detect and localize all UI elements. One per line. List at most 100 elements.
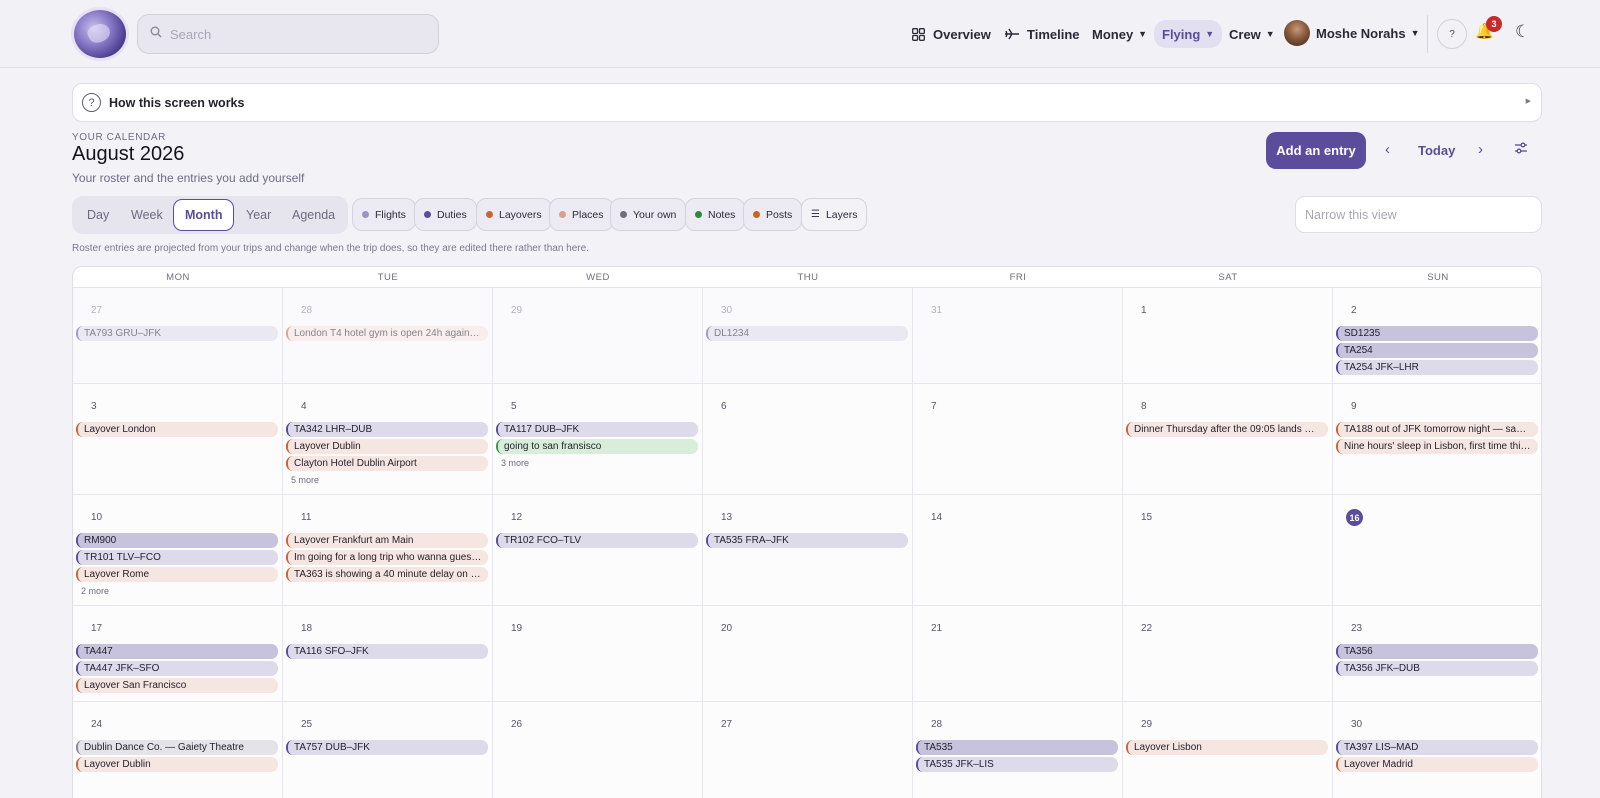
calendar-entry[interactable]: Clayton Hotel Dublin Airport bbox=[286, 456, 488, 471]
day-cell[interactable]: 30 DL1234 bbox=[703, 288, 913, 384]
tab-week[interactable]: Week bbox=[131, 196, 163, 234]
filter-layovers[interactable]: Layovers bbox=[476, 198, 552, 231]
calendar-entry[interactable]: Nine hours' sleep in Lisbon, first time … bbox=[1336, 439, 1538, 454]
calendar-entry[interactable]: TA116 SFO–JFK bbox=[286, 644, 488, 659]
tab-day[interactable]: Day bbox=[87, 196, 109, 234]
day-cell[interactable]: 26 bbox=[493, 702, 703, 798]
calendar-entry[interactable]: TA535 FRA–JFK bbox=[706, 533, 908, 548]
day-cell[interactable]: 28 London T4 hotel gym is open 24h again.… bbox=[283, 288, 493, 384]
filter-duties[interactable]: Duties bbox=[414, 198, 477, 231]
day-cell[interactable]: 13 TA535 FRA–JFK bbox=[703, 495, 913, 606]
day-cell[interactable]: 24 Dublin Dance Co. — Gaiety Theatre Layov… bbox=[73, 702, 283, 798]
layers-button[interactable]: ☰ Layers bbox=[801, 198, 868, 231]
calendar-entry[interactable]: TA254 JFK–LHR bbox=[1336, 360, 1538, 375]
day-cell[interactable]: 23 TA356 TA356 JFK–DUB bbox=[1333, 606, 1541, 702]
day-cell[interactable]: 6 bbox=[703, 384, 913, 495]
narrow-view-box[interactable] bbox=[1295, 196, 1542, 233]
filter-places[interactable]: Places bbox=[549, 198, 614, 231]
help-button[interactable]: ? bbox=[1437, 19, 1467, 49]
search-box[interactable] bbox=[137, 14, 439, 54]
nav-flying[interactable]: Flying ▼ bbox=[1154, 20, 1223, 48]
day-cell[interactable]: 29 Layover Lisbon bbox=[1123, 702, 1333, 798]
day-cell[interactable]: 2 SD1235 TA254 TA254 JFK–LHR bbox=[1333, 288, 1541, 384]
day-cell[interactable]: 15 bbox=[1123, 495, 1333, 606]
calendar-entry[interactable]: Layover Rome bbox=[76, 567, 278, 582]
day-cell[interactable]: 4 TA342 LHR–DUB Layover Dublin Clayton Hote… bbox=[283, 384, 493, 495]
calendar-entry[interactable]: SD1235 bbox=[1336, 326, 1538, 341]
day-cell[interactable]: 1 bbox=[1123, 288, 1333, 384]
calendar-entry[interactable]: TA356 bbox=[1336, 644, 1538, 659]
more-entries-link[interactable]: 5 more bbox=[291, 475, 319, 485]
calendar-entry[interactable]: Layover Madrid bbox=[1336, 757, 1538, 772]
nav-overview[interactable]: Overview bbox=[912, 20, 991, 48]
calendar-entry[interactable]: TA363 is showing a 40 minute delay on th… bbox=[286, 567, 488, 582]
day-cell[interactable]: 10 RM900 TR101 TLV–FCO Layover Rome 2 more bbox=[73, 495, 283, 606]
calendar-entry[interactable]: TA117 DUB–JFK bbox=[496, 422, 698, 437]
day-cell[interactable]: 11 Layover Frankfurt am Main Im going for … bbox=[283, 495, 493, 606]
tab-year[interactable]: Year bbox=[246, 196, 271, 234]
next-month-button[interactable]: › bbox=[1478, 141, 1483, 158]
more-entries-link[interactable]: 3 more bbox=[501, 458, 529, 468]
tab-month[interactable]: Month bbox=[173, 199, 235, 231]
search-input[interactable] bbox=[170, 26, 410, 42]
day-cell[interactable]: 30 TA397 LIS–MAD Layover Madrid bbox=[1333, 702, 1541, 798]
day-cell[interactable]: 3 Layover London bbox=[73, 384, 283, 495]
day-cell[interactable]: 21 bbox=[913, 606, 1123, 702]
calendar-entry[interactable]: TR101 TLV–FCO bbox=[76, 550, 278, 565]
filter-notes[interactable]: Notes bbox=[685, 198, 746, 231]
calendar-entry[interactable]: RM900 bbox=[76, 533, 278, 548]
calendar-entry[interactable]: Layover London bbox=[76, 422, 278, 437]
day-cell[interactable]: 27 bbox=[703, 702, 913, 798]
calendar-entry[interactable]: going to san fransisco bbox=[496, 439, 698, 454]
calendar-entry[interactable]: DL1234 bbox=[706, 326, 908, 341]
nav-crew[interactable]: Crew ▼ bbox=[1229, 20, 1275, 48]
calendar-entry[interactable]: TA342 LHR–DUB bbox=[286, 422, 488, 437]
day-cell[interactable]: 28 TA535 TA535 JFK–LIS bbox=[913, 702, 1123, 798]
calendar-entry[interactable]: London T4 hotel gym is open 24h again. B… bbox=[286, 326, 488, 341]
calendar-entry[interactable]: TA793 GRU–JFK bbox=[76, 326, 278, 341]
calendar-entry[interactable]: TA447 JFK–SFO bbox=[76, 661, 278, 676]
moon-icon[interactable]: ☾ bbox=[1515, 22, 1530, 42]
avatar[interactable] bbox=[1284, 20, 1310, 46]
calendar-entry[interactable]: TA397 LIS–MAD bbox=[1336, 740, 1538, 755]
how-screen-works[interactable]: ? How this screen works ▶ bbox=[72, 83, 1542, 122]
day-cell[interactable]: 18 TA116 SFO–JFK bbox=[283, 606, 493, 702]
day-cell[interactable]: 7 bbox=[913, 384, 1123, 495]
filter-your-own[interactable]: Your own bbox=[610, 198, 687, 231]
calendar-entry[interactable]: Layover Dublin bbox=[76, 757, 278, 772]
filter-flights[interactable]: Flights bbox=[352, 198, 416, 231]
day-cell[interactable]: 19 bbox=[493, 606, 703, 702]
day-cell[interactable]: 5 TA117 DUB–JFK going to san fransisco 3 mo… bbox=[493, 384, 703, 495]
calendar-entry[interactable]: Layover Frankfurt am Main bbox=[286, 533, 488, 548]
narrow-view-input[interactable] bbox=[1305, 207, 1535, 222]
add-entry-button[interactable]: Add an entry bbox=[1266, 132, 1366, 169]
calendar-entry[interactable]: TA757 DUB–JFK bbox=[286, 740, 488, 755]
settings-sliders-icon[interactable] bbox=[1514, 141, 1528, 157]
day-cell[interactable]: 9 TA188 out of JFK tomorrow night — same … bbox=[1333, 384, 1541, 495]
day-cell[interactable]: 22 bbox=[1123, 606, 1333, 702]
calendar-entry[interactable]: TA535 JFK–LIS bbox=[916, 757, 1118, 772]
calendar-entry[interactable]: Layover Dublin bbox=[286, 439, 488, 454]
filter-posts[interactable]: Posts bbox=[743, 198, 803, 231]
nav-timeline[interactable]: Timeline bbox=[1005, 20, 1080, 48]
day-cell[interactable]: 16 bbox=[1333, 495, 1541, 606]
calendar-entry[interactable]: TA356 JFK–DUB bbox=[1336, 661, 1538, 676]
day-cell[interactable]: 29 bbox=[493, 288, 703, 384]
day-cell[interactable]: 14 bbox=[913, 495, 1123, 606]
app-logo[interactable] bbox=[74, 10, 126, 58]
day-cell[interactable]: 31 bbox=[913, 288, 1123, 384]
calendar-entry[interactable]: Dinner Thursday after the 09:05 lands — … bbox=[1126, 422, 1328, 437]
nav-money[interactable]: Money ▼ bbox=[1092, 20, 1147, 48]
calendar-entry[interactable]: TA254 bbox=[1336, 343, 1538, 358]
today-button[interactable]: Today bbox=[1418, 143, 1455, 158]
more-entries-link[interactable]: 2 more bbox=[81, 586, 109, 596]
day-cell[interactable]: 27 TA793 GRU–JFK bbox=[73, 288, 283, 384]
day-cell[interactable]: 12 TR102 FCO–TLV bbox=[493, 495, 703, 606]
calendar-entry[interactable]: Im going for a long trip who wanna guess… bbox=[286, 550, 488, 565]
tab-agenda[interactable]: Agenda bbox=[292, 196, 335, 234]
calendar-entry[interactable]: Dublin Dance Co. — Gaiety Theatre bbox=[76, 740, 278, 755]
day-cell[interactable]: 20 bbox=[703, 606, 913, 702]
calendar-entry[interactable]: TA535 bbox=[916, 740, 1118, 755]
calendar-entry[interactable]: Layover Lisbon bbox=[1126, 740, 1328, 755]
calendar-entry[interactable]: Layover San Francisco bbox=[76, 678, 278, 693]
